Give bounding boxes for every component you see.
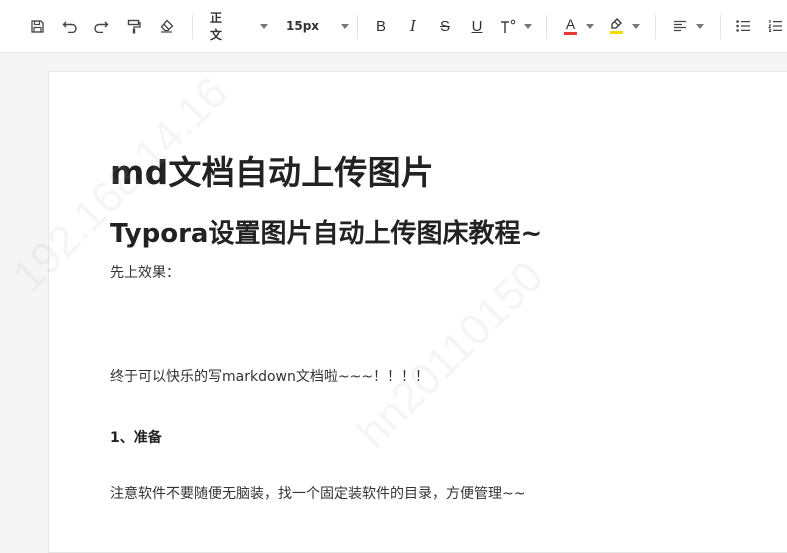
- numbered-list-button[interactable]: [764, 0, 786, 52]
- bullet-list-button[interactable]: [732, 0, 754, 52]
- toolbar-divider: [655, 15, 656, 39]
- strikethrough-icon: S: [439, 17, 450, 35]
- paragraph-style-value: 正文: [210, 11, 223, 42]
- toolbar-divider: [720, 15, 721, 39]
- chevron-down-icon: [695, 23, 704, 29]
- paragraph-2: 注意软件不要随便无脑装，找一个固定装软件的目录，方便管理~~: [110, 486, 526, 502]
- bullet-list-icon: [735, 20, 750, 32]
- chevron-down-icon: [524, 23, 532, 29]
- align-left-icon: [673, 20, 686, 32]
- numbered-list-icon: [767, 20, 782, 32]
- toolbar-divider: [192, 15, 193, 39]
- font-size-select[interactable]: 15px: [280, 0, 350, 52]
- document-page: [48, 71, 787, 553]
- undo-icon[interactable]: [59, 0, 81, 52]
- bold-icon: B: [375, 17, 386, 35]
- highlighter-icon: [610, 18, 623, 34]
- underline-button[interactable]: U: [466, 0, 488, 52]
- font-color-icon: A: [564, 17, 577, 35]
- italic-icon: I: [410, 17, 416, 35]
- font-color-select[interactable]: A: [560, 0, 598, 52]
- save-icon[interactable]: [26, 0, 48, 52]
- toolbar-divider: [546, 15, 547, 39]
- chevron-down-icon: [341, 23, 350, 29]
- format-painter-icon[interactable]: [123, 0, 145, 52]
- paragraph-1: 终于可以快乐的写markdown文档啦~~~！！！！: [110, 369, 430, 385]
- highlight-color-select[interactable]: [606, 0, 644, 52]
- superscript-select[interactable]: [496, 0, 536, 52]
- editor-toolbar: 正文 15px B I S U A: [0, 0, 787, 53]
- chevron-down-icon: [260, 23, 268, 29]
- intro-paragraph: 先上效果：: [110, 265, 180, 281]
- bold-button[interactable]: B: [370, 0, 392, 52]
- superscript-icon: [501, 19, 516, 33]
- redo-icon[interactable]: [90, 0, 112, 52]
- italic-button[interactable]: I: [402, 0, 424, 52]
- font-size-value: 15px: [286, 19, 320, 33]
- strikethrough-button[interactable]: S: [434, 0, 456, 52]
- underline-icon: U: [471, 17, 483, 35]
- clear-format-icon[interactable]: [155, 0, 177, 52]
- section-1-heading: 1、准备: [110, 430, 162, 446]
- align-select[interactable]: [668, 0, 708, 52]
- paragraph-style-select[interactable]: 正文: [204, 0, 268, 52]
- chevron-down-icon: [586, 23, 594, 29]
- document-title: md文档自动上传图片: [110, 153, 435, 192]
- document-subtitle: Typora设置图片自动上传图床教程~: [110, 219, 543, 249]
- chevron-down-icon: [632, 23, 640, 29]
- toolbar-divider: [357, 15, 358, 39]
